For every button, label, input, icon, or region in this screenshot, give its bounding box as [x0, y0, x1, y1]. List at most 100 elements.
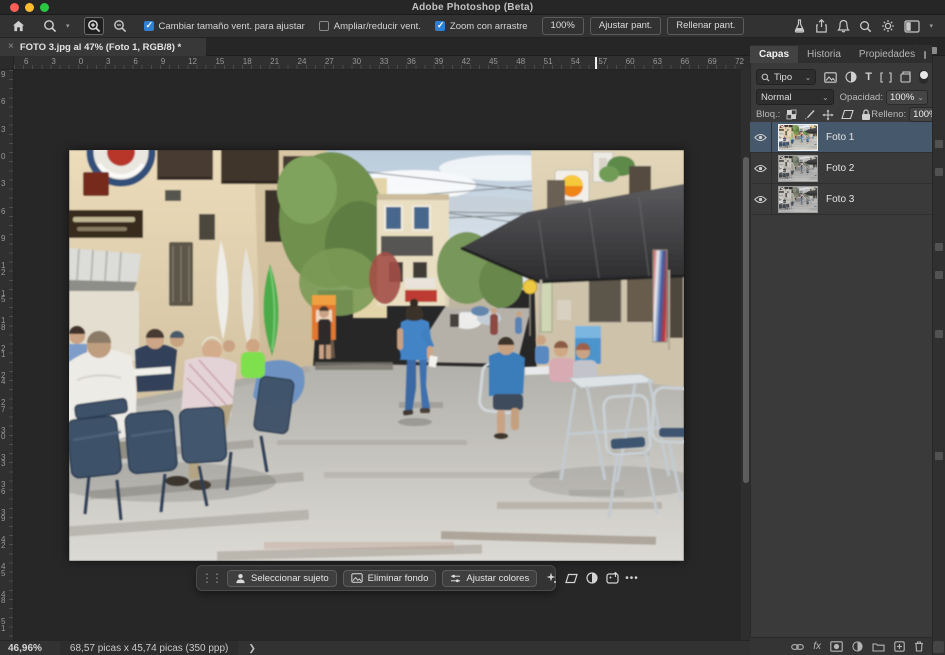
tab-historia[interactable]: Historia — [798, 46, 850, 63]
share-icon[interactable] — [815, 19, 828, 33]
discover-lightbulb-icon[interactable] — [881, 19, 895, 33]
new-group-folder-icon[interactable] — [872, 642, 885, 652]
ruler-label: 48 — [516, 57, 525, 66]
zoom-tool-button[interactable] — [40, 17, 60, 35]
workspace-chevron-icon[interactable]: ▾ — [929, 22, 933, 30]
contextual-task-bar[interactable]: ⋮⋮ Seleccionar sujeto Eliminar fondo Aju… — [196, 565, 556, 591]
tab-propiedades[interactable]: Propiedades — [850, 46, 924, 63]
search-icon[interactable] — [859, 20, 872, 33]
filter-smart-objects-icon[interactable] — [900, 71, 911, 83]
checkbox-label: Ampliar/reducir vent. — [334, 21, 421, 32]
checkbox-scrubby-zoom[interactable]: Zoom con arrastre — [435, 21, 528, 32]
add-layer-mask-icon[interactable] — [830, 641, 843, 652]
lock-position-move-icon[interactable] — [822, 109, 834, 121]
ruler-label: 72 — [735, 57, 744, 66]
layer-thumbnail[interactable] — [778, 186, 818, 213]
eye-icon — [754, 133, 767, 142]
street-photo — [69, 150, 684, 561]
photo-canvas[interactable] — [69, 150, 684, 561]
filter-type-layers-icon[interactable]: T — [865, 71, 872, 83]
ruler-label: 15 — [215, 57, 224, 66]
layer-thumbnail[interactable] — [778, 155, 818, 182]
generative-fill-wand-icon[interactable] — [545, 572, 557, 584]
layer-row-foto-2[interactable]: Foto 2 — [750, 153, 932, 184]
chevron-down-icon: ⌄ — [917, 93, 924, 102]
ruler-label: 66 — [680, 57, 689, 66]
zoom-out-button[interactable] — [110, 17, 130, 35]
tab-capas[interactable]: Capas — [750, 46, 798, 63]
ruler-label: 27 — [325, 57, 334, 66]
vertical-ruler[interactable]: 9630369121518212427303336394245485154 — [0, 70, 14, 640]
workspace-icon[interactable] — [904, 20, 920, 33]
delete-layer-trash-icon[interactable] — [914, 641, 924, 652]
layers-panel-footer: fx — [750, 637, 932, 655]
lock-all-padlock-icon[interactable] — [861, 109, 871, 121]
ruler-label: 42 — [1, 537, 8, 550]
filter-toggle-switch[interactable] — [919, 70, 928, 84]
transform-icon[interactable] — [565, 573, 578, 584]
layer-filter-type-dropdown[interactable]: Tipo ⌄ — [756, 69, 816, 85]
ruler-corner — [0, 56, 14, 70]
zoom-100-button[interactable]: 100% — [542, 17, 584, 35]
new-layer-icon[interactable] — [894, 641, 905, 652]
zoom-level-field[interactable]: 46,96% — [8, 643, 42, 654]
checkbox-zoom-all-windows[interactable]: Ampliar/reducir vent. — [319, 21, 421, 32]
layer-thumbnail[interactable] — [778, 124, 818, 151]
lock-artboard-icon[interactable] — [841, 109, 854, 120]
layer-visibility-toggle[interactable] — [750, 122, 772, 152]
status-chevron-icon[interactable]: ❯ — [248, 643, 256, 654]
panel-menu-icon[interactable] — [924, 51, 926, 59]
home-button[interactable] — [8, 17, 28, 35]
close-tab-icon[interactable]: × — [8, 42, 14, 52]
taskbar-drag-handle[interactable]: ⋮⋮ — [201, 573, 221, 583]
fill-screen-button[interactable]: Rellenar pant. — [667, 17, 744, 35]
chevron-down-icon: ⌄ — [805, 73, 812, 82]
filter-pixel-layers-icon[interactable] — [824, 72, 837, 83]
ruler-label: 27 — [1, 400, 8, 413]
eye-icon — [754, 164, 767, 173]
collapsed-panel-icon[interactable] — [935, 452, 943, 460]
adjustment-icon[interactable] — [586, 572, 598, 584]
ruler-label: 9 — [161, 57, 165, 66]
new-adjustment-layer-icon[interactable] — [852, 641, 863, 652]
ruler-label: 54 — [571, 57, 580, 66]
horizontal-ruler[interactable]: 6303691215182124273033363942454851545760… — [14, 56, 742, 70]
layer-visibility-toggle[interactable] — [750, 153, 772, 183]
collapsed-panel-icon[interactable] — [935, 140, 943, 148]
collapsed-panel-icon[interactable] — [935, 168, 943, 176]
more-options-icon[interactable]: ••• — [625, 573, 639, 584]
zoom-in-button[interactable] — [84, 17, 104, 35]
lock-image-pixels-brush-icon[interactable] — [804, 109, 815, 120]
layer-styles-fx-icon[interactable]: fx — [813, 642, 821, 652]
layer-row-foto-3[interactable]: Foto 3 — [750, 184, 932, 215]
layer-visibility-toggle[interactable] — [750, 184, 772, 214]
collapsed-panel-icon[interactable] — [935, 271, 943, 279]
notifications-bell-icon[interactable] — [837, 19, 850, 33]
layer-row-foto-1[interactable]: Foto 1 — [750, 122, 932, 153]
export-icon[interactable] — [606, 572, 619, 584]
select-subject-button[interactable]: Seleccionar sujeto — [227, 570, 337, 587]
collapsed-panel-icon[interactable] — [935, 243, 943, 251]
opacity-field[interactable]: 100% ⌄ — [886, 90, 928, 105]
layer-name[interactable]: Foto 1 — [826, 132, 854, 143]
tool-chevron-icon[interactable]: ▾ — [66, 22, 70, 30]
layers-list: Foto 1 Foto 2 Foto 3 — [750, 122, 932, 215]
adjust-colors-button[interactable]: Ajustar colores — [442, 570, 537, 587]
filter-adjustment-layers-icon[interactable] — [845, 71, 857, 83]
resize-grip[interactable] — [933, 641, 944, 653]
checkbox-resize-window[interactable]: Cambiar tamaño vent. para ajustar — [144, 21, 305, 32]
filter-shape-layers-icon[interactable] — [880, 72, 892, 83]
fit-screen-button[interactable]: Ajustar pant. — [590, 17, 661, 35]
vertical-scrollbar-thumb[interactable] — [743, 157, 749, 483]
ruler-label: 12 — [1, 263, 8, 276]
document-tab[interactable]: × FOTO 3.jpg al 47% (Foto 1, RGB/8) * — [0, 38, 206, 56]
beta-feedback-beaker-icon[interactable] — [793, 19, 806, 33]
link-layers-icon[interactable] — [791, 643, 804, 651]
lock-transparent-pixels-icon[interactable] — [786, 109, 797, 120]
blend-mode-dropdown[interactable]: Normal ⌄ — [756, 89, 834, 105]
layer-name[interactable]: Foto 3 — [826, 194, 854, 205]
remove-background-button[interactable]: Eliminar fondo — [343, 570, 437, 587]
collapsed-panel-icon[interactable] — [935, 330, 943, 338]
document-tab-title: FOTO 3.jpg al 47% (Foto 1, RGB/8) * — [20, 42, 181, 53]
layer-name[interactable]: Foto 2 — [826, 163, 854, 174]
